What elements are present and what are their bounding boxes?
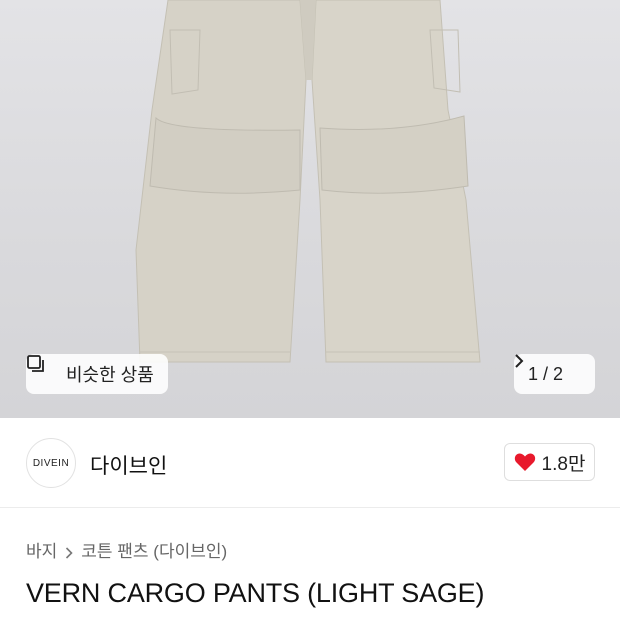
brand-logo[interactable]: DIVEIN <box>26 438 76 488</box>
brand-row: DIVEIN 다이브인 1.8만 <box>0 418 620 508</box>
page-indicator: 1 / 2 <box>527 363 564 384</box>
breadcrumb-item-category[interactable]: 바지 <box>26 537 57 562</box>
like-button[interactable]: 1.8만 <box>504 443 595 481</box>
product-image-gallery[interactable]: 비슷한 상품 1 / 2 <box>0 0 620 418</box>
chevron-right-icon <box>515 354 581 381</box>
chevron-right-icon <box>65 544 73 559</box>
like-count: 1.8만 <box>541 453 586 475</box>
similar-products-icon <box>27 355 58 384</box>
similar-products-button[interactable]: 비슷한 상품 <box>26 354 168 394</box>
brand-logo-text: DIVEIN <box>32 457 70 469</box>
image-pager[interactable]: 1 / 2 <box>514 354 595 394</box>
product-title: VERN CARGO PANTS (LIGHT SAGE) <box>26 578 485 608</box>
breadcrumb-item-subcategory[interactable]: 코튼 팬츠 (다이브인) <box>81 537 227 562</box>
heart-icon <box>514 452 536 472</box>
brand-name[interactable]: 다이브인 <box>90 450 167 480</box>
breadcrumb: 바지 코튼 팬츠 (다이브인) <box>26 537 227 562</box>
similar-products-label: 비슷한 상품 <box>66 365 154 385</box>
